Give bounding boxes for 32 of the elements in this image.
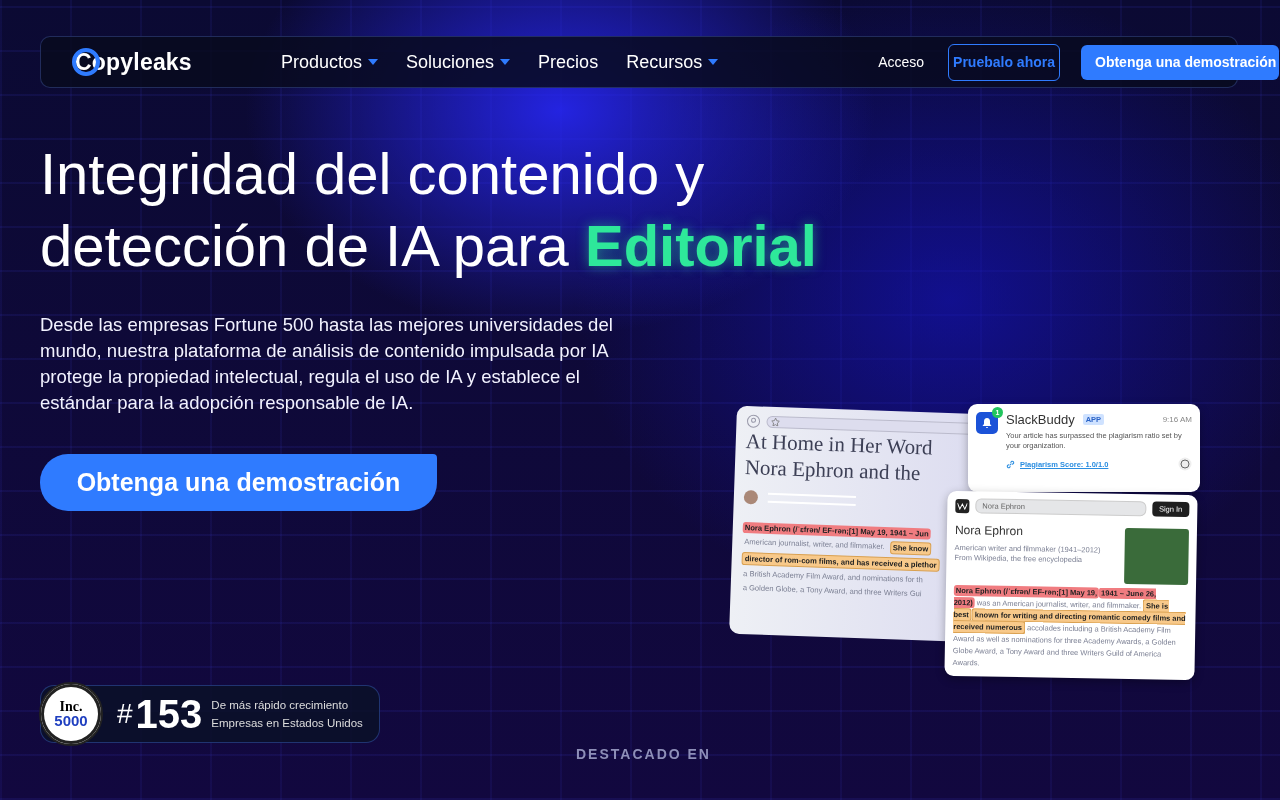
rank-number: 153	[135, 691, 203, 737]
demo-button[interactable]: Obtenga una demostración	[1081, 44, 1279, 80]
star-icon	[771, 417, 780, 427]
inc-5000-seal: Inc. 5000	[39, 682, 103, 746]
login-link[interactable]: Acceso	[878, 54, 925, 70]
hero-title-highlight: Editorial	[584, 213, 817, 278]
add-reaction-icon[interactable]	[1178, 457, 1192, 471]
caret-icon	[368, 59, 379, 65]
notification-time: 9:16 AM	[1162, 415, 1192, 424]
award-text: De más rápido crecimiento	[211, 698, 350, 713]
caret-icon	[708, 59, 719, 65]
app-name: SlackBuddy	[1006, 412, 1075, 427]
hero-title: Integridad del contenido y	[40, 140, 705, 208]
nav-link[interactable]: Soluciones	[406, 51, 511, 73]
rank-symbol: #	[117, 698, 133, 730]
avatar-placeholder	[743, 490, 759, 505]
nav-link[interactable]: Recursos	[626, 51, 719, 73]
nav-link[interactable]: Precios	[538, 51, 599, 73]
nav-link[interactable]: Productos	[281, 51, 379, 73]
hero-description: Desde las empresas Fortune 500 hasta las mejores universidades del mundo, nuestra plataforma de análisis de contenido impulsada por IA protege la propiedad intelectual, regula el uso de IA y establece el estándar para la adopción responsable de IA.	[40, 313, 614, 415]
demo-cta-button[interactable]: Obtenga una demostración	[40, 454, 437, 511]
hero-title: detección de IA para	[40, 213, 569, 278]
award-text: Empresas en Estados Unidos	[211, 716, 363, 731]
caret-icon	[500, 59, 511, 65]
user-icon	[746, 414, 761, 429]
wikipedia-logo-icon	[955, 498, 970, 513]
bell-icon	[976, 412, 998, 434]
link-icon	[1006, 459, 1015, 469]
article-heading: Nora Ephron	[954, 522, 1025, 540]
featured-heading: DESTACADO EN	[576, 746, 711, 762]
trial-button[interactable]: Pruebalo ahora	[948, 43, 1060, 81]
photo-placeholder	[1124, 527, 1189, 586]
